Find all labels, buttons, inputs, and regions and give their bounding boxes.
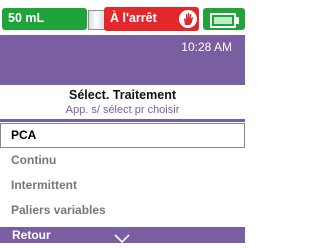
title-divider xyxy=(0,119,245,122)
header-band: 10:28 AM xyxy=(0,35,245,85)
state-badge: À l'arrêt xyxy=(104,7,199,31)
option-label: Continu xyxy=(11,153,57,167)
treatment-list: PCA Continu Intermittent Paliers variabl… xyxy=(0,123,245,223)
volume-badge: 50 mL xyxy=(2,8,87,30)
battery-icon xyxy=(203,8,245,30)
option-label: Intermittent xyxy=(11,178,77,192)
bottom-bar: Retour xyxy=(0,227,245,244)
hand-stop-icon xyxy=(179,10,197,28)
option-paliers-variables[interactable]: Paliers variables xyxy=(0,198,245,223)
state-text: À l'arrêt xyxy=(110,11,157,25)
clock: 10:28 AM xyxy=(181,40,232,54)
volume-text: 50 mL xyxy=(8,11,45,25)
option-label: PCA xyxy=(11,128,37,142)
page-title: Sélect. Traitement xyxy=(69,88,176,102)
option-label: Paliers variables xyxy=(11,203,106,217)
option-continu[interactable]: Continu xyxy=(0,148,245,173)
page-subtitle: App. s/ sélect pr choisir xyxy=(65,104,180,116)
pump-screen: 50 mL À l'arrêt 10:28 AM Sélect. Traitem… xyxy=(0,0,245,244)
option-intermittent[interactable]: Intermittent xyxy=(0,173,245,198)
back-button[interactable]: Retour xyxy=(12,228,51,242)
title-area: Sélect. Traitement App. s/ sélect pr cho… xyxy=(0,85,245,123)
chevron-down-icon[interactable] xyxy=(114,230,130,248)
option-pca[interactable]: PCA xyxy=(0,123,245,148)
status-bar: 50 mL À l'arrêt xyxy=(0,0,245,35)
